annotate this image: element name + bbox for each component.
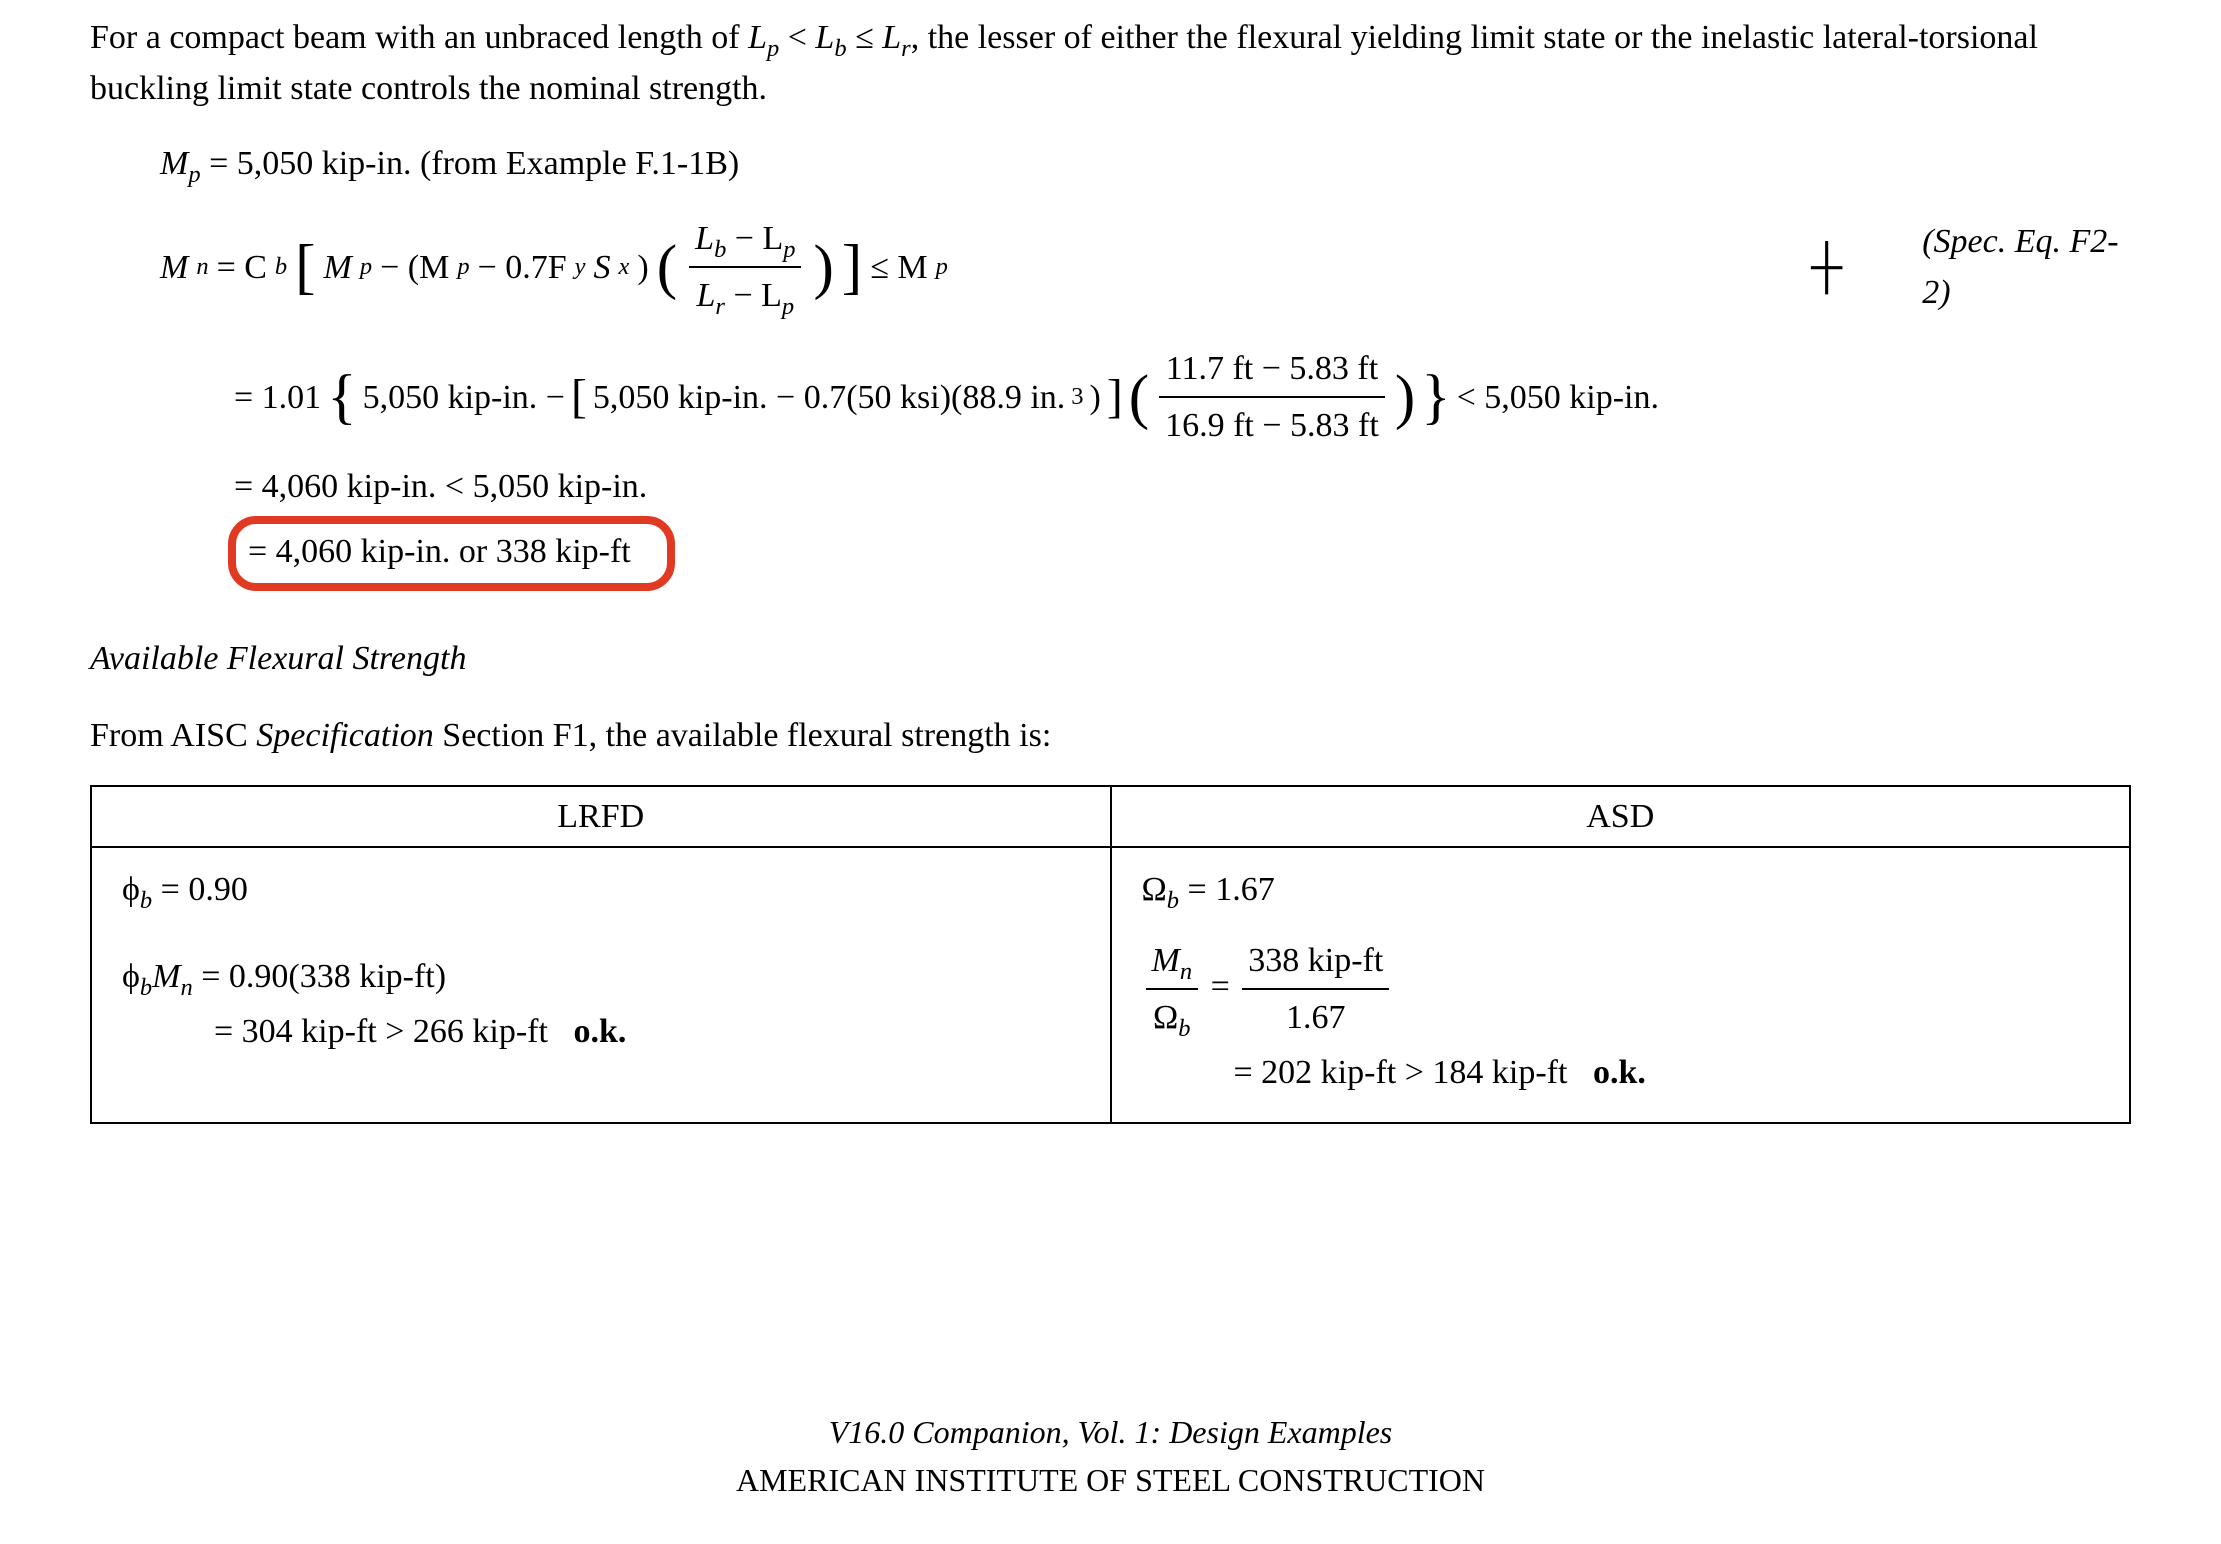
intro-paragraph: For a compact beam with an unbraced leng… xyxy=(90,12,2131,114)
mn-comparison-line: = 4,060 kip-in. < 5,050 kip-in. xyxy=(234,461,2131,512)
mn-numeric-substitution: = 1.01 { 5,050 kip-in. − [ 5,050 kip-in.… xyxy=(234,343,2131,451)
design-comparison-table: LRFD ASD ϕb = 0.90 ϕbMn = 0.90(338 kip-f… xyxy=(90,785,2131,1124)
mp-value-line: Mp = 5,050 kip-in. (from Example F.1-1B) xyxy=(160,138,2131,189)
highlighted-result: = 4,060 kip-in. or 338 kip-ft xyxy=(228,516,675,591)
lrfd-cell: ϕb = 0.90 ϕbMn = 0.90(338 kip-ft) = 304 … xyxy=(91,847,1111,1123)
mn-equation: Mn = Cb [ Mp − (Mp − 0.7Fy Sx ) ( Lb − L… xyxy=(160,213,2131,321)
available-strength-heading: Available Flexural Strength xyxy=(90,633,2131,684)
page-footer: V16.0 Companion, Vol. 1: Design Examples… xyxy=(0,1408,2221,1504)
available-strength-text: From AISC Specification Section F1, the … xyxy=(90,710,2131,761)
lrfd-header: LRFD xyxy=(91,786,1111,847)
text-cursor-icon: ┼ xyxy=(1811,234,1842,300)
asd-header: ASD xyxy=(1111,786,2131,847)
equation-reference: (Spec. Eq. F2-2) xyxy=(1922,216,2131,318)
asd-cell: Ωb = 1.67 Mn Ωb = 338 kip-ft 1.67 = 202 … xyxy=(1111,847,2131,1123)
